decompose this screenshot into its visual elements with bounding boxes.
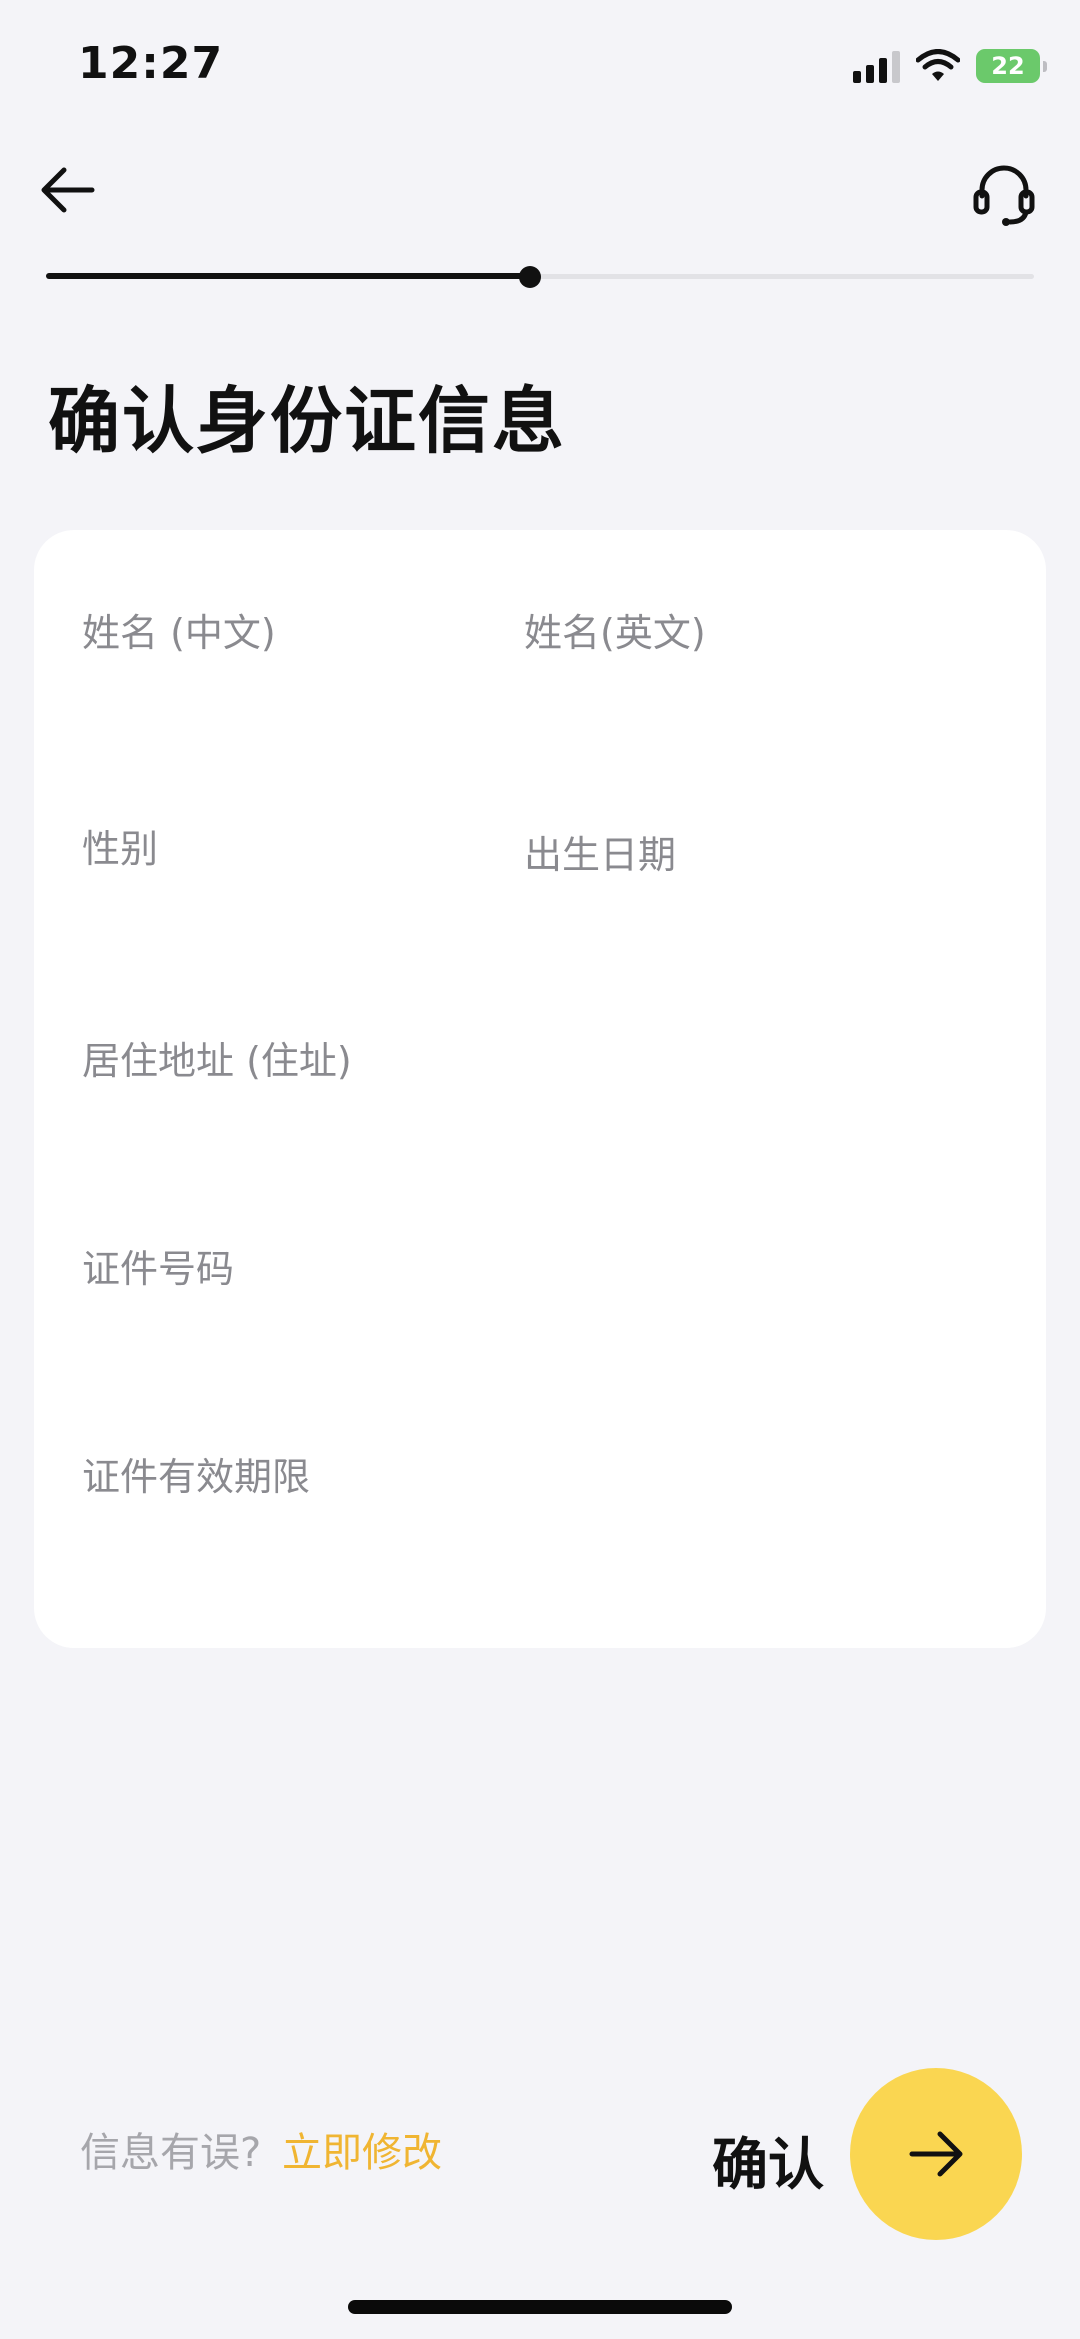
back-button[interactable] [36,158,100,222]
progress-fill [46,273,531,279]
confirm-label[interactable]: 确认 [712,2120,824,2201]
customer-service-button[interactable] [968,158,1040,230]
home-indicator[interactable] [348,2300,732,2314]
page-title: 确认身份证信息 [48,379,567,463]
id-number-label: 证件号码 [82,1247,235,1291]
headset-icon [973,165,1035,226]
expiry-date-label: 证件有效期限 [82,1455,311,1499]
address-label: 居住地址 (住址) [82,1039,352,1083]
arrow-left-icon [41,167,95,213]
birthdate-label: 出生日期 [524,833,677,877]
status-time: 12:27 [78,38,224,89]
wifi-icon [916,49,960,81]
battery-level: 22 [991,52,1025,80]
confirm-button[interactable] [850,2068,1022,2240]
edit-now-link[interactable]: 立即修改 [282,2120,442,2178]
signal-icon [853,49,900,83]
id-info-card: 姓名 (中文) 姓名(英文) 性别 出生日期 居住地址 (住址) 证件号码 证件… [34,530,1046,1648]
error-hint: 信息有误? [80,2130,262,2176]
status-icons: 22 [853,44,1047,88]
gender-label: 性别 [82,827,159,871]
battery-icon: 22 [976,49,1047,83]
name-english-label: 姓名(英文) [524,611,706,655]
name-chinese-label: 姓名 (中文) [82,611,276,655]
progress-bar [46,266,1034,288]
arrow-right-icon [909,2131,963,2177]
progress-indicator [519,266,542,288]
screen: 12:27 22 确认身份证信息 姓名 (中文) 姓名(英文) 性别 出生日期 … [0,0,1080,2339]
